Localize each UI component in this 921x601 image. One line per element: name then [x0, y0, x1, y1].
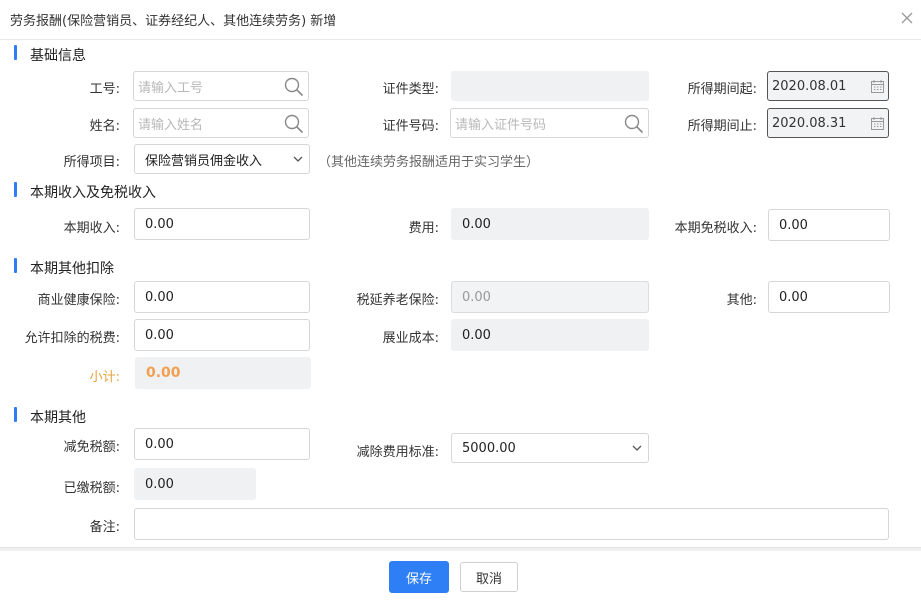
relief-input[interactable]: 0.00: [134, 428, 310, 460]
relief-label: 减免税额:: [63, 440, 120, 455]
id-no-placeholder: 请输入证件号码: [455, 117, 547, 133]
item-select[interactable]: 保险营销员佣金收入: [134, 144, 310, 174]
allowed-tax-value: 0.00: [145, 327, 174, 343]
subtotal-field: 0.00: [135, 357, 311, 389]
allowed-tax-label: 允许扣除的税费:: [24, 331, 120, 346]
emp-no-input[interactable]: 请输入工号: [133, 71, 309, 101]
save-button[interactable]: 保存: [389, 561, 449, 593]
dialog-title: 劳务报酬(保险营销员、证券经纪人、其他连续劳务) 新增: [10, 14, 337, 29]
pension-value: 0.00: [462, 289, 491, 305]
biz-cost-value: 0.00: [462, 327, 491, 343]
chevron-down-icon: [293, 156, 303, 162]
search-icon[interactable]: [624, 114, 644, 134]
section-title-basic: 基础信息: [30, 48, 86, 64]
income-label: 本期收入:: [63, 221, 120, 236]
period-end-input[interactable]: 2020.08.31: [767, 108, 889, 138]
health-input[interactable]: 0.00: [134, 281, 310, 313]
subtotal-value: 0.00: [146, 365, 181, 381]
chevron-down-icon: [632, 445, 642, 451]
cost-field: 0.00: [451, 208, 649, 240]
name-placeholder: 请输入姓名: [138, 117, 204, 133]
standard-select[interactable]: 5000.00: [451, 433, 649, 463]
income-value: 0.00: [145, 216, 174, 232]
id-no-label: 证件号码:: [382, 119, 439, 134]
id-no-input[interactable]: 请输入证件号码: [450, 108, 649, 138]
paid-label: 已缴税额:: [63, 481, 120, 496]
search-icon[interactable]: [284, 114, 304, 134]
section-title-other: 本期其他: [30, 410, 86, 426]
health-value: 0.00: [145, 289, 174, 305]
income-input[interactable]: 0.00: [134, 208, 310, 240]
section-marker: [14, 45, 17, 60]
paid-field: 0.00: [134, 468, 256, 500]
search-icon[interactable]: [284, 77, 304, 97]
calendar-icon[interactable]: [871, 80, 884, 93]
id-type-label: 证件类型:: [382, 82, 439, 97]
biz-cost-label: 展业成本:: [382, 331, 439, 346]
name-input[interactable]: 请输入姓名: [133, 108, 309, 138]
calendar-icon[interactable]: [871, 117, 884, 130]
allowed-tax-input[interactable]: 0.00: [134, 319, 310, 351]
section-title-income: 本期收入及免税收入: [30, 185, 156, 201]
paid-value: 0.00: [145, 476, 174, 492]
section-marker: [14, 407, 17, 422]
period-start-label: 所得期间起:: [687, 82, 757, 97]
period-start-input[interactable]: 2020.08.01: [767, 71, 889, 101]
other-deduction-label: 其他:: [726, 293, 757, 308]
relief-value: 0.00: [145, 436, 174, 452]
emp-no-label: 工号:: [89, 82, 120, 97]
close-icon[interactable]: [899, 10, 915, 26]
exempt-value: 0.00: [779, 217, 808, 233]
health-label: 商业健康保险:: [37, 293, 120, 308]
cancel-button[interactable]: 取消: [460, 562, 518, 592]
period-start-value: 2020.08.01: [772, 78, 847, 94]
item-value: 保险营销员佣金收入: [145, 153, 263, 169]
item-note: （其他连续劳务报酬适用于实习学生）: [318, 155, 540, 170]
standard-label: 减除费用标准:: [356, 445, 439, 460]
section-marker: [14, 258, 17, 273]
id-type-select[interactable]: [451, 71, 649, 101]
period-end-label: 所得期间止:: [687, 119, 757, 134]
cost-value: 0.00: [462, 216, 491, 232]
remark-label: 备注:: [89, 520, 120, 535]
emp-no-placeholder: 请输入工号: [138, 80, 204, 96]
pension-label: 税延养老保险:: [356, 293, 439, 308]
footer-divider: [0, 547, 921, 551]
remark-input[interactable]: [134, 508, 889, 540]
other-deduction-value: 0.00: [779, 289, 808, 305]
name-label: 姓名:: [89, 119, 120, 134]
period-end-value: 2020.08.31: [772, 115, 847, 131]
other-deduction-input[interactable]: 0.00: [768, 281, 890, 313]
standard-value: 5000.00: [462, 440, 516, 456]
exempt-label: 本期免税收入:: [674, 221, 757, 236]
pension-field: 0.00: [451, 281, 649, 313]
biz-cost-field: 0.00: [451, 319, 649, 351]
cost-label: 费用:: [408, 221, 439, 236]
section-title-deduction: 本期其他扣除: [30, 261, 114, 277]
subtotal-label: 小计:: [89, 370, 120, 385]
section-marker: [14, 182, 17, 197]
item-label: 所得项目:: [63, 155, 120, 170]
exempt-input[interactable]: 0.00: [768, 209, 890, 241]
